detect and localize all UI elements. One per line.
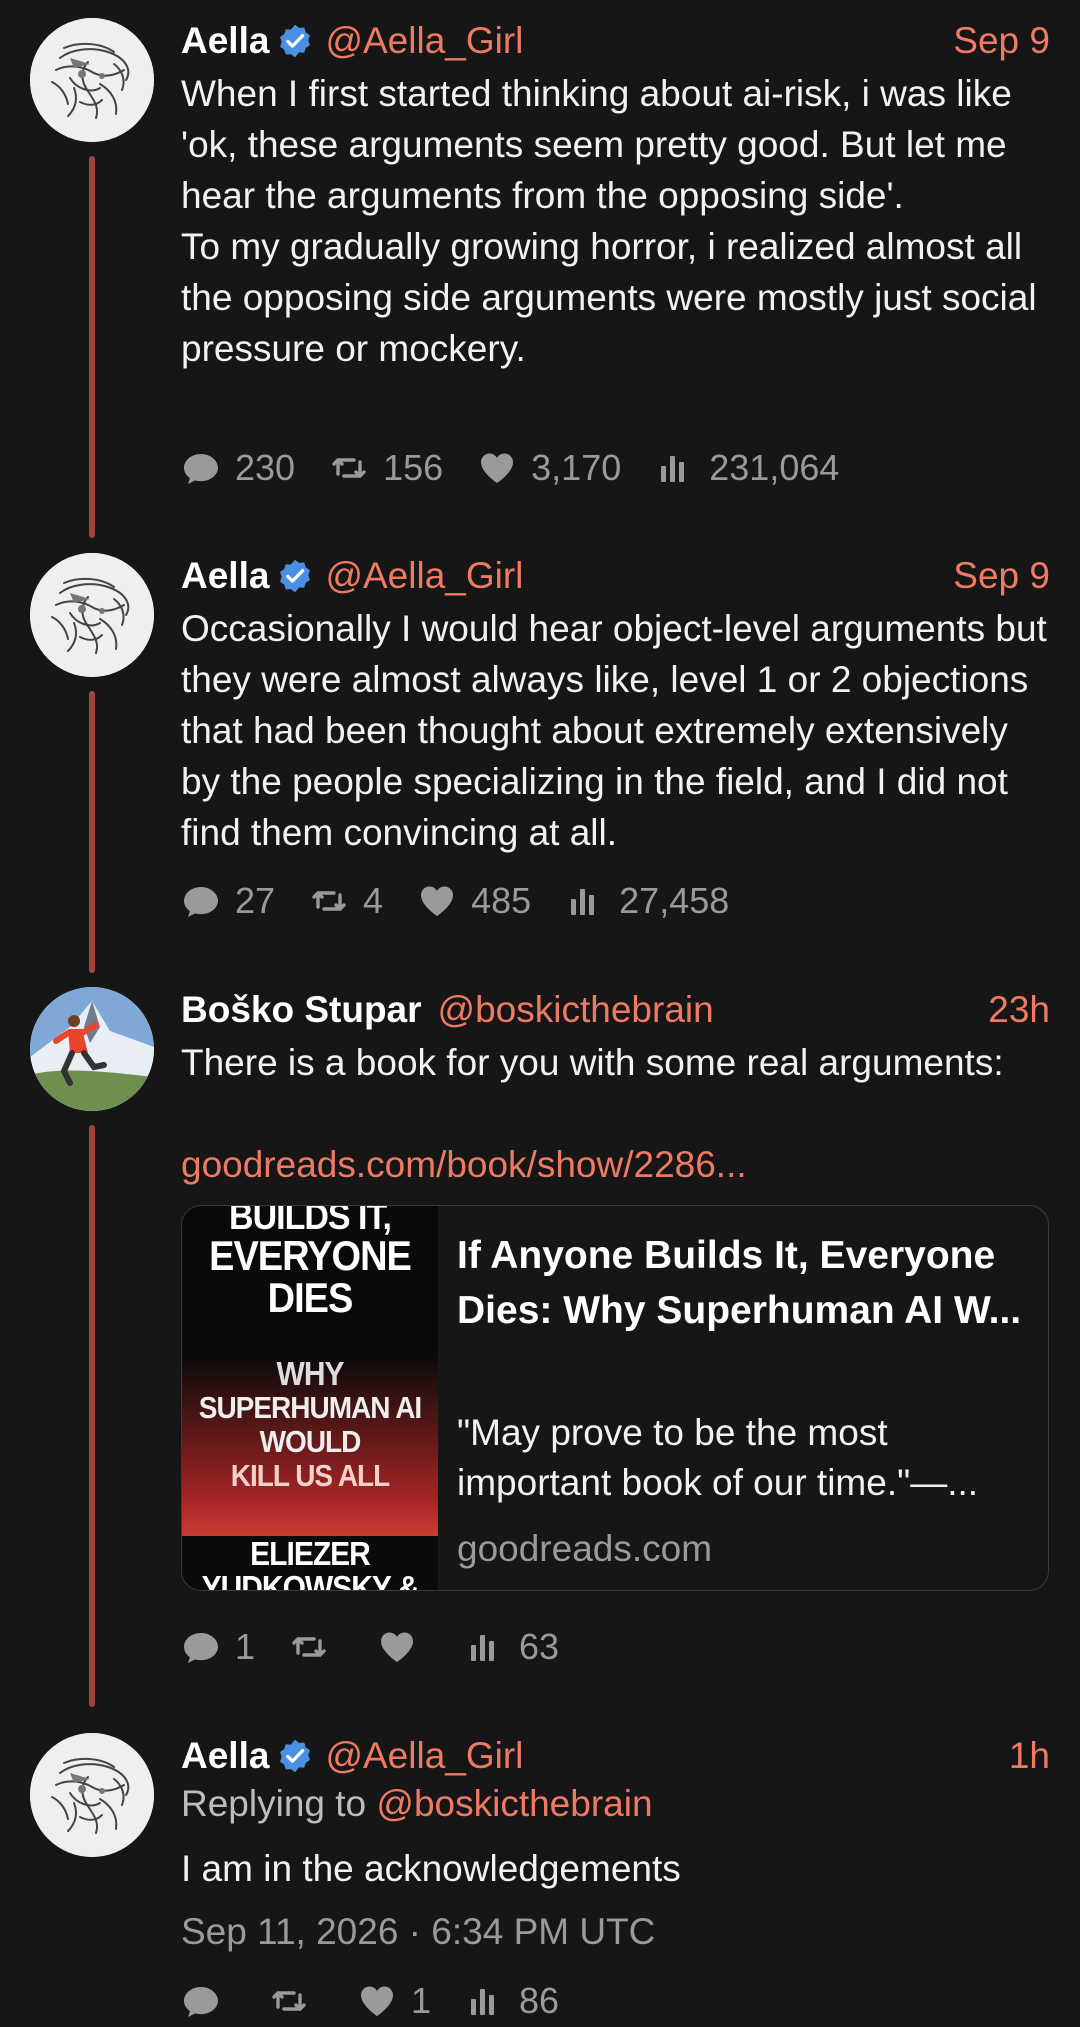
tweet-text: I am in the acknowledgements <box>181 1848 681 1889</box>
tweet-1[interactable]: Aella @Aella_Girl Sep 9 When I first sta… <box>0 18 1080 538</box>
view-count: 27,458 <box>619 880 730 921</box>
retweet-button[interactable] <box>269 1981 323 2021</box>
view-count: 63 <box>519 1626 560 1667</box>
like-button[interactable]: 1 <box>357 1980 431 2022</box>
retweet-count: 156 <box>383 447 444 488</box>
views-icon <box>465 1627 505 1667</box>
tweet-date[interactable]: Sep 9 <box>953 555 1050 597</box>
reply-button[interactable]: 1 <box>181 1626 255 1668</box>
heart-icon <box>377 1627 417 1667</box>
avatar[interactable] <box>30 987 154 1111</box>
like-button[interactable] <box>377 1627 431 1667</box>
tweet-stats: 27 4 485 27,458 <box>181 880 763 922</box>
tweet-timestamp[interactable]: Sep 11, 2026 · 6:34 PM UTC <box>181 1911 655 1953</box>
like-button[interactable]: 3,170 <box>477 447 621 489</box>
replying-label: Replying to <box>181 1783 377 1824</box>
replying-to-handle[interactable]: @boskicthebrain <box>376 1783 652 1824</box>
card-description: "May prove to be the most important book… <box>457 1412 979 1503</box>
retweet-icon <box>309 881 349 921</box>
like-button[interactable]: 485 <box>417 880 531 922</box>
views-button[interactable]: 63 <box>465 1626 559 1668</box>
retweet-icon <box>289 1627 329 1667</box>
tweet-stats: 1 63 <box>181 1626 593 1668</box>
author-handle[interactable]: @Aella_Girl <box>325 20 523 62</box>
author-name[interactable]: Aella <box>181 20 269 62</box>
thread-line <box>89 156 95 538</box>
heart-icon <box>417 881 457 921</box>
card-domain: goodreads.com <box>457 1528 713 1569</box>
tweet-header: Aella @Aella_Girl Sep 9 <box>181 553 1050 599</box>
book-cover-image: BUILDS IT, EVERYONE DIES WHY SUPERHUMAN … <box>182 1206 438 1590</box>
author-name[interactable]: Aella <box>181 555 269 597</box>
author-handle[interactable]: @Aella_Girl <box>325 1735 523 1777</box>
tweet-date[interactable]: Sep 9 <box>953 20 1050 62</box>
retweet-count: 4 <box>363 880 384 921</box>
like-count: 485 <box>471 880 532 921</box>
tweet-text: When I first started thinking about ai-r… <box>181 73 1037 369</box>
view-count: 231,064 <box>709 447 840 488</box>
card-title: If Anyone Builds It, Everyone Dies: Why … <box>457 1234 1022 1332</box>
retweet-button[interactable] <box>289 1627 343 1667</box>
views-icon <box>565 881 605 921</box>
heart-icon <box>357 1981 397 2021</box>
tweet-stats: 230 156 3,170 231,064 <box>181 447 873 489</box>
replying-to: Replying to @boskicthebrain <box>181 1783 653 1825</box>
tweet-date[interactable]: 23h <box>988 989 1050 1031</box>
tweet-text: Occasionally I would hear object-level a… <box>181 608 1058 853</box>
like-count: 3,170 <box>531 447 622 488</box>
verified-badge-icon <box>277 1738 313 1774</box>
link-preview-card[interactable]: BUILDS IT, EVERYONE DIES WHY SUPERHUMAN … <box>181 1205 1049 1591</box>
reply-count: 230 <box>235 447 296 488</box>
heart-icon <box>477 448 517 488</box>
views-button[interactable]: 86 <box>465 1980 559 2022</box>
verified-badge-icon <box>277 23 313 59</box>
retweet-icon <box>329 448 369 488</box>
tweet-date[interactable]: 1h <box>1009 1735 1050 1777</box>
reply-icon <box>181 1627 221 1667</box>
tweet-header: Boško Stupar @boskicthebrain 23h <box>181 987 1050 1033</box>
avatar[interactable] <box>30 1733 154 1857</box>
reply-button[interactable]: 27 <box>181 880 275 922</box>
reply-button[interactable]: 230 <box>181 447 295 489</box>
reply-icon <box>181 448 221 488</box>
view-count: 86 <box>519 1980 560 2021</box>
author-handle[interactable]: @boskicthebrain <box>438 989 714 1031</box>
views-button[interactable]: 27,458 <box>565 880 729 922</box>
tweet-header: Aella @Aella_Girl Sep 9 <box>181 18 1050 64</box>
views-button[interactable]: 231,064 <box>655 447 839 489</box>
reply-button[interactable] <box>181 1981 235 2021</box>
thread-line <box>89 691 95 973</box>
tweet-link[interactable]: goodreads.com/book/show/2286... <box>181 1139 1050 1190</box>
like-count: 1 <box>411 1980 432 2021</box>
tweet-header: Aella @Aella_Girl 1h <box>181 1733 1050 1779</box>
author-name[interactable]: Boško Stupar <box>181 989 422 1031</box>
tweet-text: There is a book for you with some real a… <box>181 1042 1004 1083</box>
reply-count: 27 <box>235 880 276 921</box>
retweet-button[interactable]: 4 <box>309 880 383 922</box>
verified-badge-icon <box>277 558 313 594</box>
avatar[interactable] <box>30 18 154 142</box>
thread-line <box>89 1125 95 1707</box>
author-handle[interactable]: @Aella_Girl <box>325 555 523 597</box>
retweet-icon <box>269 1981 309 2021</box>
reply-count: 1 <box>235 1626 256 1667</box>
reply-icon <box>181 881 221 921</box>
tweet-4[interactable]: Aella @Aella_Girl 1h Replying to @boskic… <box>0 1733 1080 2027</box>
views-icon <box>465 1981 505 2021</box>
author-name[interactable]: Aella <box>181 1735 269 1777</box>
tweet-3[interactable]: Boško Stupar @boskicthebrain 23h There i… <box>0 987 1080 1727</box>
tweet-stats: 1 86 <box>181 1980 593 2022</box>
reply-icon <box>181 1981 221 2021</box>
views-icon <box>655 448 695 488</box>
avatar[interactable] <box>30 553 154 677</box>
retweet-button[interactable]: 156 <box>329 447 443 489</box>
tweet-2[interactable]: Aella @Aella_Girl Sep 9 Occasionally I w… <box>0 553 1080 973</box>
